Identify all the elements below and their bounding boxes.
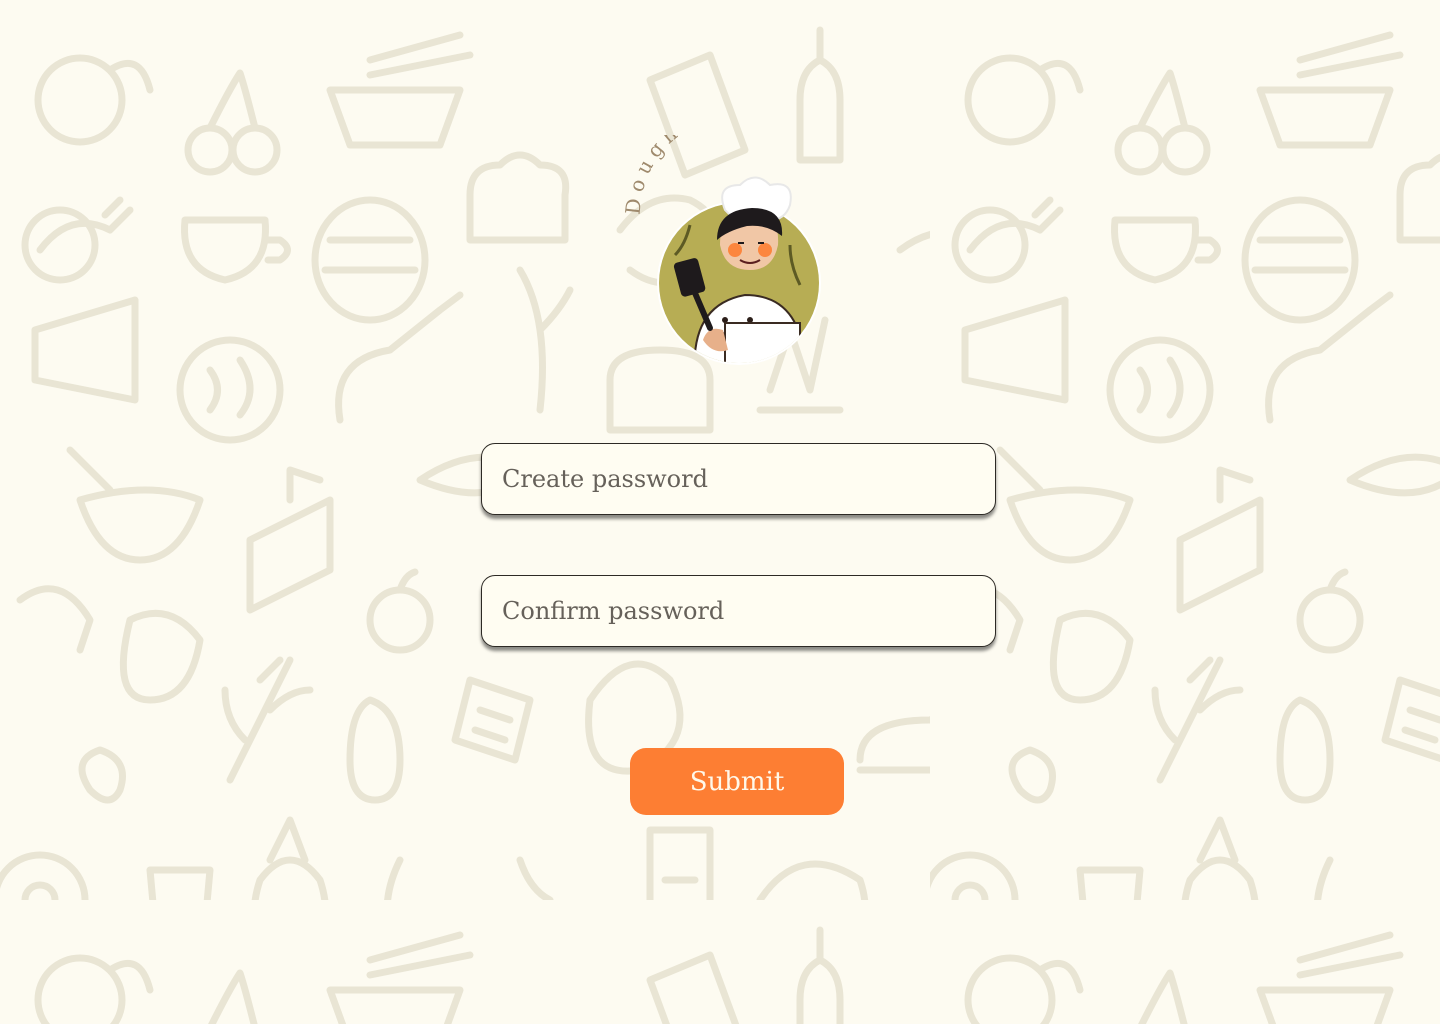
create-password-input[interactable] [481,443,996,515]
chef-with-spatula-icon: Dough-re-mi [625,135,821,365]
confirm-password-input[interactable] [481,575,996,647]
submit-button[interactable]: Submit [630,748,844,815]
